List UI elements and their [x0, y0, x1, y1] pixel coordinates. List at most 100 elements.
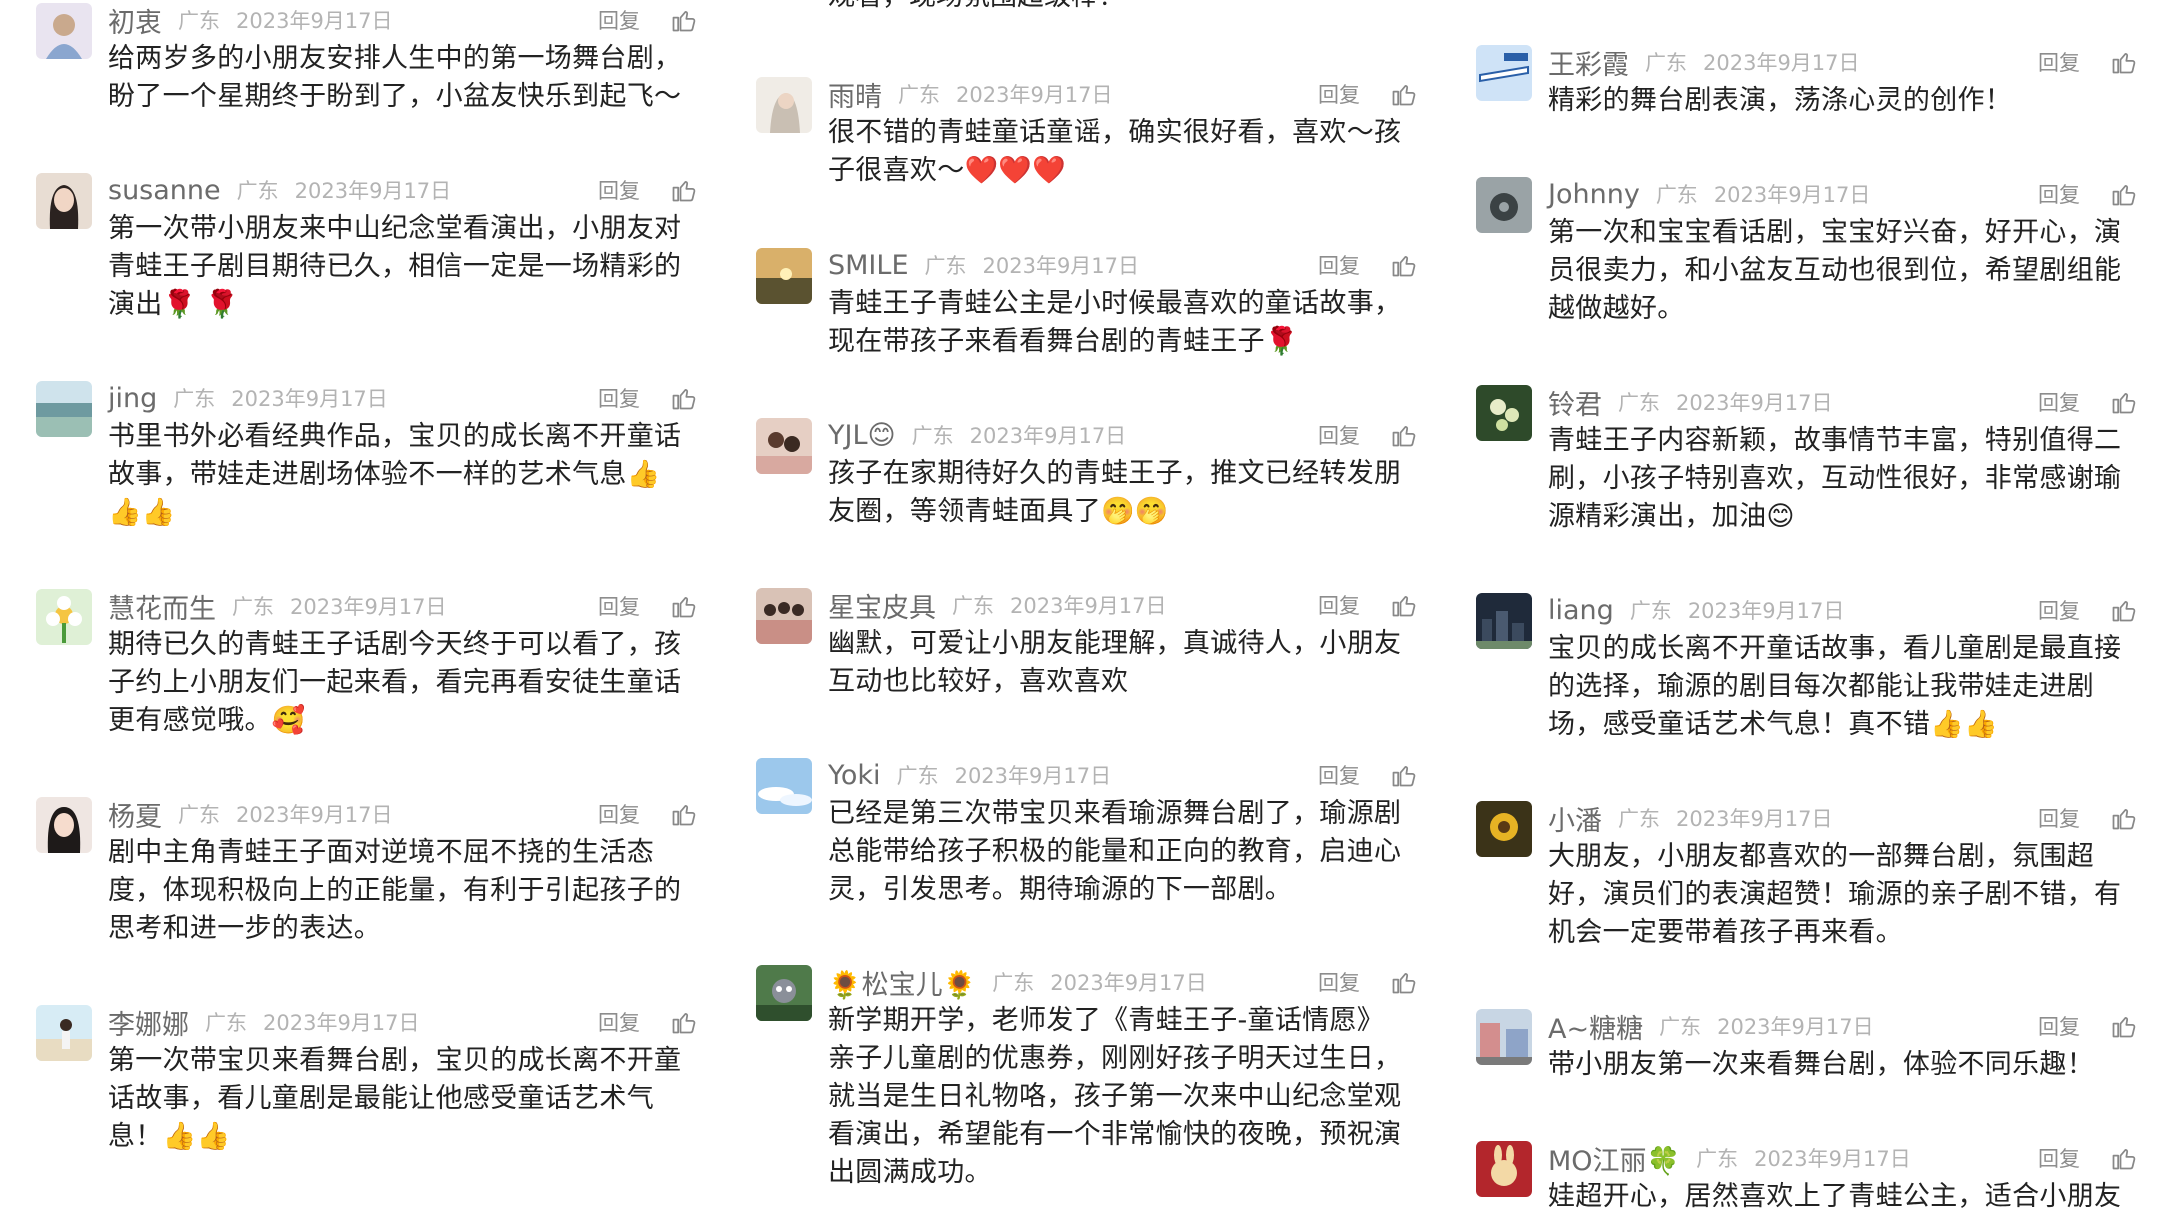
girl-illustration-icon[interactable] [36, 3, 92, 59]
comment-text: 剧中主角青蛙王子面对逆境不屈不挠的生活态度，体现积极向上的正能量，有利于引起孩子… [108, 837, 682, 944]
comment-date: 2023年9月17日 [1703, 51, 1860, 75]
username[interactable]: MO江丽🍀 [1548, 1139, 1680, 1178]
reply-button[interactable]: 回复 [1318, 590, 1360, 620]
comment-region: 广东 [1618, 807, 1660, 831]
thumbs-up-icon[interactable] [1390, 251, 1418, 279]
flower-plant-icon[interactable] [1476, 385, 1532, 441]
username[interactable]: 李娜娜 [108, 1003, 189, 1042]
comment-text: 期待已久的青蛙王子话剧今天终于可以看了，孩子约上小朋友们一起来看，看完再看安徒生… [108, 629, 682, 736]
lake-landscape-icon[interactable] [36, 381, 92, 437]
username[interactable]: jing [108, 383, 157, 414]
woman-portrait-icon[interactable] [36, 173, 92, 229]
comment-date: 2023年9月17日 [1676, 807, 1833, 831]
reply-button[interactable]: 回复 [2038, 47, 2080, 77]
girl-portrait-icon[interactable] [756, 77, 812, 133]
comment-region: 广东 [924, 254, 967, 278]
thumbs-up-icon[interactable] [2110, 180, 2138, 208]
thumbs-up-icon[interactable] [2110, 1144, 2138, 1172]
reply-button[interactable]: 回复 [1318, 420, 1360, 450]
street-scene-icon[interactable] [1476, 1009, 1532, 1065]
sunset-landscape-icon[interactable] [756, 248, 812, 304]
reply-button[interactable]: 回复 [2038, 179, 2080, 209]
sky-landscape-icon[interactable] [756, 758, 812, 814]
username[interactable]: 铃君 [1548, 383, 1602, 422]
username[interactable]: YJL😊 [828, 420, 896, 451]
reply-button[interactable]: 回复 [1318, 967, 1360, 997]
username[interactable]: 初衷 [108, 1, 162, 40]
thumbs-up-icon[interactable] [1390, 80, 1418, 108]
comment-region: 广东 [992, 971, 1035, 995]
comment-region: 广东 [1659, 1015, 1702, 1039]
thumbs-up-icon[interactable] [1390, 761, 1418, 789]
reply-button[interactable]: 回复 [2038, 1143, 2080, 1173]
comment-text: 很不错的青蛙童话童谣，确实很好看，喜欢～孩子很喜欢～❤️❤️❤️ [828, 117, 1402, 186]
reply-button[interactable]: 回复 [598, 5, 640, 35]
comment-region: 广东 [236, 179, 279, 203]
thumbs-up-icon[interactable] [2110, 48, 2138, 76]
thumbs-up-icon[interactable] [670, 800, 698, 828]
flower-cartoon-icon[interactable] [36, 589, 92, 645]
username[interactable]: 🌻松宝儿🌻 [828, 963, 976, 1002]
comment-region: 广东 [952, 594, 994, 618]
username[interactable]: Yoki [828, 760, 881, 791]
airplane-icon[interactable] [1476, 45, 1532, 101]
username[interactable]: 慧花而生 [108, 587, 216, 626]
reply-button[interactable]: 回复 [1318, 760, 1360, 790]
comment-region: 广东 [205, 1011, 247, 1035]
username[interactable]: 星宝皮具 [828, 586, 936, 625]
night-city-icon[interactable] [1476, 593, 1532, 649]
beach-girl-icon[interactable] [36, 1005, 92, 1061]
reply-button[interactable]: 回复 [598, 175, 640, 205]
thumbs-up-icon[interactable] [2110, 804, 2138, 832]
thumbs-up-icon[interactable] [670, 384, 698, 412]
thumbs-up-icon[interactable] [670, 1008, 698, 1036]
rose-emoji: 🌹 [1264, 326, 1299, 357]
username[interactable]: 王彩霞 [1548, 43, 1629, 82]
reply-button[interactable]: 回复 [2038, 803, 2080, 833]
thumbs-up-icon[interactable] [1390, 968, 1418, 996]
thumbs-up-icon[interactable] [670, 176, 698, 204]
username[interactable]: SMILE [828, 250, 909, 281]
thumbs-up-icon[interactable] [670, 6, 698, 34]
rabbit-cartoon-icon[interactable] [1476, 1141, 1532, 1197]
username[interactable]: 杨夏 [108, 795, 162, 834]
sunflower-icon[interactable] [1476, 801, 1532, 857]
comment-column-right: 王彩霞 广东 2023年9月17日 回复 精彩的舞台剧表演，荡涤心灵的创作！ J… [1440, 0, 2160, 1215]
comment-date: 2023年9月17日 [1717, 1015, 1874, 1039]
thumbs-up-icon[interactable] [1390, 421, 1418, 449]
comment-text: 新学期开学，老师发了《青蛙王子-童话情愿》亲子儿童剧的优惠券，刚刚好孩子明天过生… [828, 1005, 1402, 1188]
thumbs-up-icon[interactable] [670, 592, 698, 620]
username[interactable]: Johnny [1548, 179, 1640, 210]
reply-button[interactable]: 回复 [1318, 250, 1360, 280]
comment-region: 广东 [1629, 599, 1672, 623]
reply-button[interactable]: 回复 [598, 591, 640, 621]
reply-button[interactable]: 回复 [598, 799, 640, 829]
thumbs-up-icon[interactable] [2110, 1012, 2138, 1040]
reply-button[interactable]: 回复 [1318, 79, 1360, 109]
username[interactable]: A~糖糖 [1548, 1007, 1643, 1046]
car-interior-icon[interactable] [1476, 177, 1532, 233]
thumbs-up-icon[interactable] [2110, 388, 2138, 416]
cartoon-character-icon[interactable] [756, 965, 812, 1021]
reply-button[interactable]: 回复 [2038, 595, 2080, 625]
username[interactable]: liang [1548, 595, 1614, 626]
group-photo-icon[interactable] [756, 588, 812, 644]
username[interactable]: 小潘 [1548, 799, 1602, 838]
username[interactable]: susanne [108, 175, 221, 206]
thumbs-up-icon[interactable] [1390, 591, 1418, 619]
comment-region: 广东 [1645, 51, 1687, 75]
reply-button[interactable]: 回复 [598, 1007, 640, 1037]
comment-text: 已经是第三次带宝贝来看瑜源舞台剧了，瑜源剧总能带给孩子积极的能量和正向的教育，启… [828, 798, 1402, 905]
reply-button[interactable]: 回复 [2038, 1011, 2080, 1041]
thumbs-up-icon[interactable] [2110, 596, 2138, 624]
comment-region: 广东 [178, 803, 220, 827]
comment-date: 2023年9月17日 [969, 424, 1127, 448]
reply-button[interactable]: 回复 [598, 383, 640, 413]
girls-photo-icon[interactable] [756, 418, 812, 474]
woman-portrait-icon[interactable] [36, 797, 92, 853]
username[interactable]: 雨晴 [828, 75, 882, 114]
thumbs-up-emoji: 👍👍 [1930, 709, 1999, 740]
comment-region: 广东 [896, 764, 939, 788]
reply-button[interactable]: 回复 [2038, 387, 2080, 417]
smile-emoji: 🤭🤭 [1101, 496, 1169, 527]
